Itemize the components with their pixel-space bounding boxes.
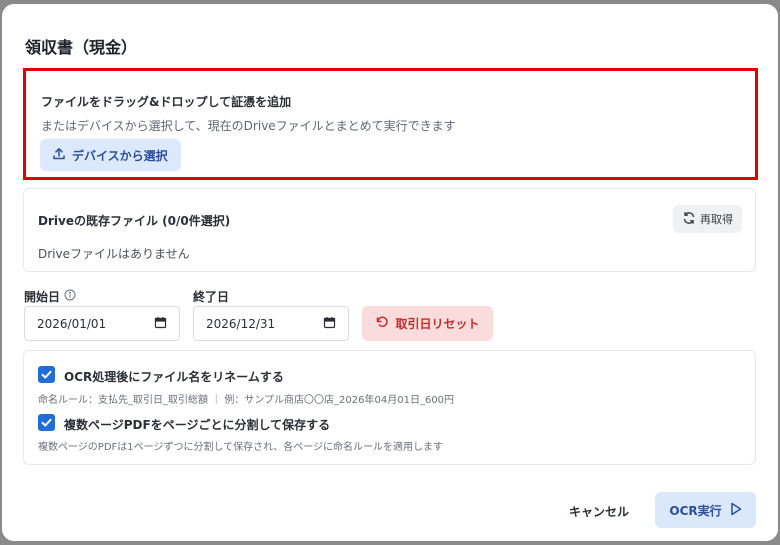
dropzone-title: ファイルをドラッグ&ドロップして証憑を追加 — [41, 95, 292, 109]
select-from-device-button[interactable]: デバイスから選択 — [40, 139, 181, 171]
start-date-label-text: 開始日 — [24, 290, 61, 304]
split-pages-option-label[interactable]: 複数ページPDFをページごとに分割して保存する — [64, 416, 330, 433]
rename-option-description: 命名ルール：支払先_取引日_取引総額 ｜ 例：サンプル商店〇〇店_2026年04… — [38, 395, 455, 406]
refresh-icon — [682, 211, 696, 228]
calendar-icon[interactable] — [323, 316, 336, 332]
rename-option-label[interactable]: OCR処理後にファイル名をリネームする — [64, 368, 284, 385]
split-pages-checkbox[interactable] — [38, 414, 55, 431]
ocr-options-panel: OCR処理後にファイル名をリネームする 命名ルール：支払先_取引日_取引総額 ｜… — [23, 350, 756, 465]
end-date-label-text: 終了日 — [193, 290, 230, 304]
drive-files-title: Driveの既存ファイル (0/0件選択) — [38, 214, 231, 228]
dropzone-subtitle: またはデバイスから選択して、現在のDriveファイルとまとめて実行できます — [41, 119, 456, 133]
start-date-label: 開始日 — [24, 288, 76, 305]
undo-icon — [375, 315, 389, 332]
refetch-button[interactable]: 再取得 — [673, 205, 742, 233]
file-dropzone[interactable]: ファイルをドラッグ&ドロップして証憑を追加 またはデバイスから選択して、現在のD… — [23, 68, 758, 180]
select-from-device-label: デバイスから選択 — [72, 148, 168, 163]
receipt-dialog: 領収書（現金） ファイルをドラッグ&ドロップして証憑を追加 またはデバイスから選… — [2, 4, 778, 541]
dialog-title: 領収書（現金） — [25, 38, 138, 57]
rename-checkbox[interactable] — [38, 366, 55, 383]
reset-transaction-date-button[interactable]: 取引日リセット — [362, 306, 493, 341]
start-date-value: 2026/01/01 — [37, 316, 107, 331]
end-date-input[interactable]: 2026/12/31 — [193, 306, 349, 341]
reset-transaction-date-label: 取引日リセット — [395, 317, 480, 331]
play-icon — [730, 502, 742, 519]
start-date-input[interactable]: 2026/01/01 — [24, 306, 180, 341]
drive-empty-message: Driveファイルはありません — [38, 247, 190, 261]
split-pages-option-description: 複数ページのPDFは1ページずつに分割して保存され、各ページに命名ルールを適用し… — [38, 442, 444, 453]
calendar-icon[interactable] — [154, 316, 167, 332]
upload-icon — [52, 147, 66, 164]
run-ocr-label: OCR実行 — [669, 503, 722, 518]
info-icon[interactable] — [64, 289, 76, 304]
drive-files-panel: Driveの既存ファイル (0/0件選択) 再取得 Driveファイルはありませ… — [23, 188, 756, 272]
end-date-label: 終了日 — [193, 288, 229, 305]
end-date-value: 2026/12/31 — [206, 316, 276, 331]
cancel-button[interactable]: キャンセル — [558, 494, 640, 528]
run-ocr-button[interactable]: OCR実行 — [655, 492, 756, 528]
refetch-label: 再取得 — [700, 213, 733, 226]
